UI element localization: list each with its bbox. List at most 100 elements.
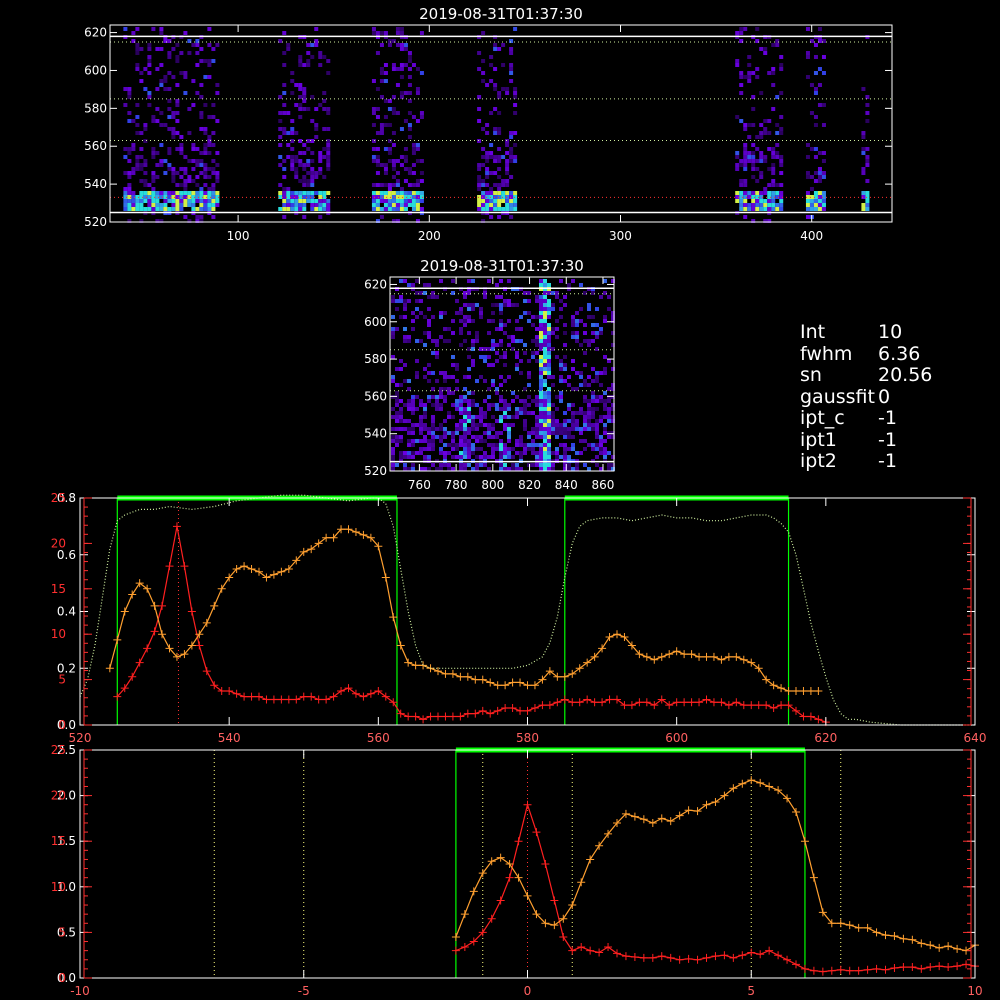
data-point-marker — [890, 963, 899, 972]
data-point-marker — [783, 955, 792, 964]
heatmap-cell — [167, 51, 172, 55]
heatmap-cell — [391, 335, 395, 339]
heatmap-cell — [571, 403, 575, 407]
heatmap-cell — [539, 379, 543, 383]
heatmap-cell — [539, 335, 543, 339]
heatmap-cell — [167, 191, 172, 195]
heatmap-cell — [415, 143, 420, 147]
heatmap-cell — [314, 199, 319, 203]
info-row: fwhm 6.36 — [800, 343, 990, 366]
heatmap-cell — [391, 39, 396, 43]
heatmap-cell — [403, 63, 408, 67]
heatmap-cell — [523, 403, 527, 407]
heatmap-cell — [195, 163, 200, 167]
secondary-y-tick-label: 10 — [51, 627, 66, 641]
heatmap-cell — [411, 207, 416, 211]
heatmap-cell — [485, 171, 490, 175]
heatmap-cell — [179, 175, 184, 179]
heatmap-cell — [179, 183, 184, 187]
heatmap-cell — [191, 43, 196, 47]
heatmap-cell — [513, 155, 518, 159]
heatmap-cell — [171, 167, 176, 171]
heatmap-cell — [493, 199, 498, 203]
heatmap-cell — [509, 147, 514, 151]
heatmap-cell — [507, 335, 511, 339]
heatmap-cell — [579, 383, 583, 387]
heatmap-cell — [599, 295, 603, 299]
heatmap-cell — [499, 319, 503, 323]
panel-zoom-slit-image: 760 780 800 820 840 8605205405605806006202019… — [364, 257, 615, 492]
heatmap-cell — [383, 115, 388, 119]
heatmap-cell — [183, 179, 188, 183]
heatmap-cell — [151, 155, 156, 159]
heatmap-cell — [539, 283, 543, 287]
heatmap-cell — [587, 411, 591, 415]
heatmap-cell — [286, 199, 291, 203]
heatmap-cell — [159, 31, 164, 35]
heatmap-cell — [127, 151, 132, 155]
heatmap-cell — [463, 463, 467, 467]
heatmap-cell — [551, 307, 555, 311]
heatmap-cell — [735, 191, 740, 195]
heatmap-cell — [501, 183, 506, 187]
heatmap-cell — [411, 171, 416, 175]
heatmap-cell — [326, 147, 331, 151]
heatmap-cell — [491, 447, 495, 451]
heatmap-cell — [399, 407, 403, 411]
heatmap-cell — [587, 419, 591, 423]
heatmap-cell — [559, 423, 563, 427]
heatmap-cell — [399, 91, 404, 95]
heatmap-cell — [563, 323, 567, 327]
heatmap-cell — [493, 183, 498, 187]
heatmap-cell — [493, 191, 498, 195]
heatmap-cell — [507, 343, 511, 347]
heatmap-cell — [131, 203, 136, 207]
heatmap-cell — [555, 291, 559, 295]
heatmap-cell — [131, 147, 136, 151]
heatmap-cell — [399, 383, 403, 387]
heatmap-cell — [599, 383, 603, 387]
heatmap-cell — [603, 431, 607, 435]
heatmap-cell — [298, 63, 303, 67]
heatmap-cell — [294, 83, 299, 87]
heatmap-cell — [471, 451, 475, 455]
heatmap-cell — [483, 359, 487, 363]
heatmap-cell — [383, 99, 388, 103]
heatmap-cell — [322, 107, 327, 111]
heatmap-cell — [467, 375, 471, 379]
heatmap-cell — [555, 447, 559, 451]
heatmap-cell — [511, 335, 515, 339]
heatmap-cell — [127, 203, 132, 207]
heatmap-cell — [282, 103, 287, 107]
heatmap-cell — [175, 55, 180, 59]
heatmap-cell — [809, 203, 814, 207]
chart-title: 2019-08-31T01:37:30 — [420, 257, 584, 275]
heatmap-cell — [535, 431, 539, 435]
heatmap-cell — [743, 163, 748, 167]
heatmap-cell — [743, 167, 748, 171]
heatmap-cell — [861, 207, 866, 211]
heatmap-cell — [547, 355, 551, 359]
heatmap-cell — [487, 403, 491, 407]
heatmap-cell — [147, 43, 152, 47]
heatmap-cell — [755, 75, 760, 79]
heatmap-cell — [306, 43, 311, 47]
y-tick-label: 0.4 — [57, 605, 76, 619]
heatmap-cell — [535, 339, 539, 343]
heatmap-cell — [499, 439, 503, 443]
heatmap-cell — [423, 423, 427, 427]
heatmap-cell — [539, 367, 543, 371]
heatmap-cell — [443, 339, 447, 343]
heatmap-cell — [415, 203, 420, 207]
heatmap-cell — [395, 395, 399, 399]
data-point-marker — [586, 946, 595, 955]
heatmap-cell — [527, 291, 531, 295]
heatmap-cell — [471, 391, 475, 395]
data-point-marker — [657, 952, 666, 961]
heatmap-cell — [175, 191, 180, 195]
heatmap-cell — [505, 87, 510, 91]
heatmap-cell — [563, 423, 567, 427]
heatmap-cell — [809, 207, 814, 211]
heatmap-cell — [543, 359, 547, 363]
heatmap-cell — [211, 171, 216, 175]
